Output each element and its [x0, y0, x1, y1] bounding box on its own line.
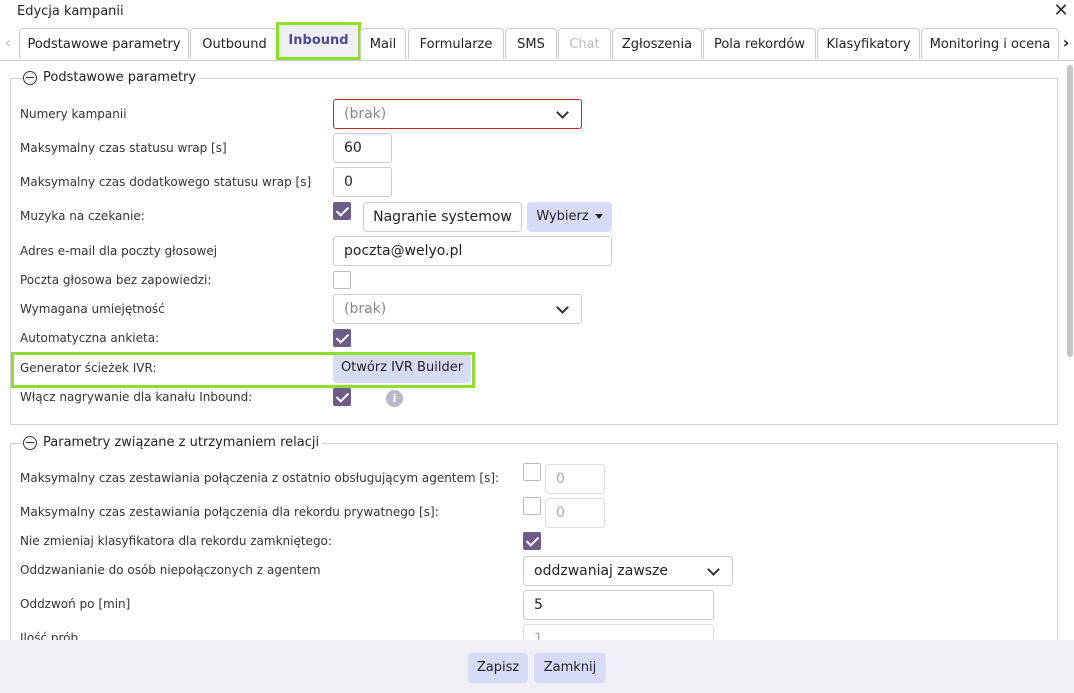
voicemail-no-announce-checkbox[interactable]	[333, 271, 351, 289]
window-title: Edycja kampanii	[17, 4, 124, 19]
max-extra-wrap-label: Maksymalny czas dodatkowego statusu wrap…	[20, 175, 312, 189]
chevron-down-icon	[707, 563, 720, 576]
scrollbar-thumb[interactable]	[1067, 65, 1073, 357]
tab-chat: Chat	[558, 28, 611, 59]
chevron-down-icon	[556, 301, 569, 314]
callback-after-input[interactable]: 5	[523, 590, 714, 620]
basic-parameters-legend[interactable]: Podstawowe parametry	[23, 70, 200, 85]
section-title: Podstawowe parametry	[43, 70, 197, 85]
close-button[interactable]: Zamknij	[534, 653, 606, 683]
voicemail-email-input[interactable]: poczta@welyo.pl	[333, 236, 612, 266]
max-extra-wrap-input[interactable]: 0	[333, 167, 392, 197]
auto-survey-checkbox[interactable]	[333, 329, 351, 347]
close-icon[interactable]: ✕	[1052, 0, 1070, 22]
callback-select[interactable]: oddzwaniaj zawsze	[523, 556, 733, 586]
tab-tickets[interactable]: Zgłoszenia	[612, 28, 702, 59]
relations-legend[interactable]: Parametry związane z utrzymaniem relacji	[23, 435, 323, 450]
voicemail-no-announce-label: Poczta głosowa bez zapowiedzi:	[20, 273, 212, 287]
caret-down-icon	[594, 214, 603, 219]
record-inbound-checkbox[interactable]	[333, 388, 351, 406]
scroll-right-icon[interactable]: ›	[1059, 31, 1073, 55]
record-inbound-label: Włącz nagrywanie dla kanału Inbound:	[20, 390, 253, 404]
dialog-footer: Zapisz Zamknij	[0, 640, 1074, 693]
voicemail-email-label: Adres e-mail dla poczty głosowej	[20, 244, 218, 258]
callback-label: Oddzwanianie do osób niepołączonych z ag…	[20, 563, 321, 577]
callback-after-label: Oddzwoń po [min]	[20, 597, 131, 611]
tab-record-fields[interactable]: Pola rekordów	[703, 28, 816, 59]
last-agent-checkbox[interactable]	[523, 463, 541, 481]
required-skill-select[interactable]: (brak)	[333, 294, 582, 324]
section-title: Parametry związane z utrzymaniem relacji	[43, 435, 320, 450]
choose-button[interactable]: Wybierz	[527, 202, 612, 232]
private-record-label: Maksymalny czas zestawiania połączenia d…	[20, 505, 439, 519]
tab-basic-parameters[interactable]: Podstawowe parametry	[19, 28, 189, 59]
max-wrap-input[interactable]: 60	[333, 133, 392, 163]
tab-classifiers[interactable]: Klasyfikatory	[817, 28, 920, 59]
campaign-numbers-select[interactable]: (brak)	[333, 99, 582, 129]
hold-music-checkbox[interactable]	[333, 202, 351, 220]
required-skill-label: Wymagana umiejętność	[20, 302, 165, 316]
tab-monitoring[interactable]: Monitoring i ocena	[921, 28, 1059, 59]
attempts-input[interactable]: 1	[523, 624, 714, 641]
hold-music-label: Muzyka na czekanie:	[20, 209, 145, 223]
info-icon[interactable]: i	[386, 390, 403, 407]
no-change-classifier-checkbox[interactable]	[523, 532, 541, 550]
auto-survey-label: Automatyczna ankieta:	[20, 331, 160, 345]
tab-bar: ‹ Podstawowe parametry Outbound Inbound …	[0, 22, 1074, 60]
tab-mail[interactable]: Mail	[360, 28, 406, 59]
private-record-checkbox[interactable]	[523, 497, 541, 515]
collapse-icon[interactable]	[23, 70, 37, 85]
last-agent-input: 0	[545, 464, 605, 494]
tab-inbound[interactable]: Inbound	[276, 22, 361, 60]
tab-forms[interactable]: Formularze	[408, 28, 504, 59]
campaign-numbers-label: Numery kampanii	[20, 107, 127, 121]
private-record-input: 0	[545, 498, 605, 528]
open-ivr-builder-button[interactable]: Otwórz IVR Builder	[333, 353, 471, 383]
callback-value: oddzwaniaj zawsze	[534, 563, 669, 579]
tab-content: Podstawowe parametry Numery kampanii (br…	[0, 60, 1074, 641]
choose-button-label: Wybierz	[536, 209, 589, 224]
required-skill-value: (brak)	[344, 301, 387, 317]
collapse-icon[interactable]	[23, 435, 37, 450]
scroll-left-icon[interactable]: ‹	[1, 31, 15, 55]
chevron-down-icon	[556, 106, 569, 119]
max-wrap-label: Maksymalny czas statusu wrap [s]	[20, 141, 227, 155]
tab-sms[interactable]: SMS	[505, 28, 557, 59]
save-button[interactable]: Zapisz	[468, 653, 528, 683]
hold-music-recording-field[interactable]: Nagranie systemow	[363, 202, 522, 232]
no-change-classifier-label: Nie zmieniaj klasyfikatora dla rekordu z…	[20, 534, 332, 548]
last-agent-label: Maksymalny czas zestawiania połączenia z…	[20, 471, 500, 485]
tab-outbound[interactable]: Outbound	[190, 28, 279, 59]
campaign-numbers-value: (brak)	[344, 106, 387, 122]
ivr-generator-label: Generator ścieżek IVR:	[20, 361, 157, 375]
window-titlebar: Edycja kampanii ✕	[0, 0, 1074, 26]
